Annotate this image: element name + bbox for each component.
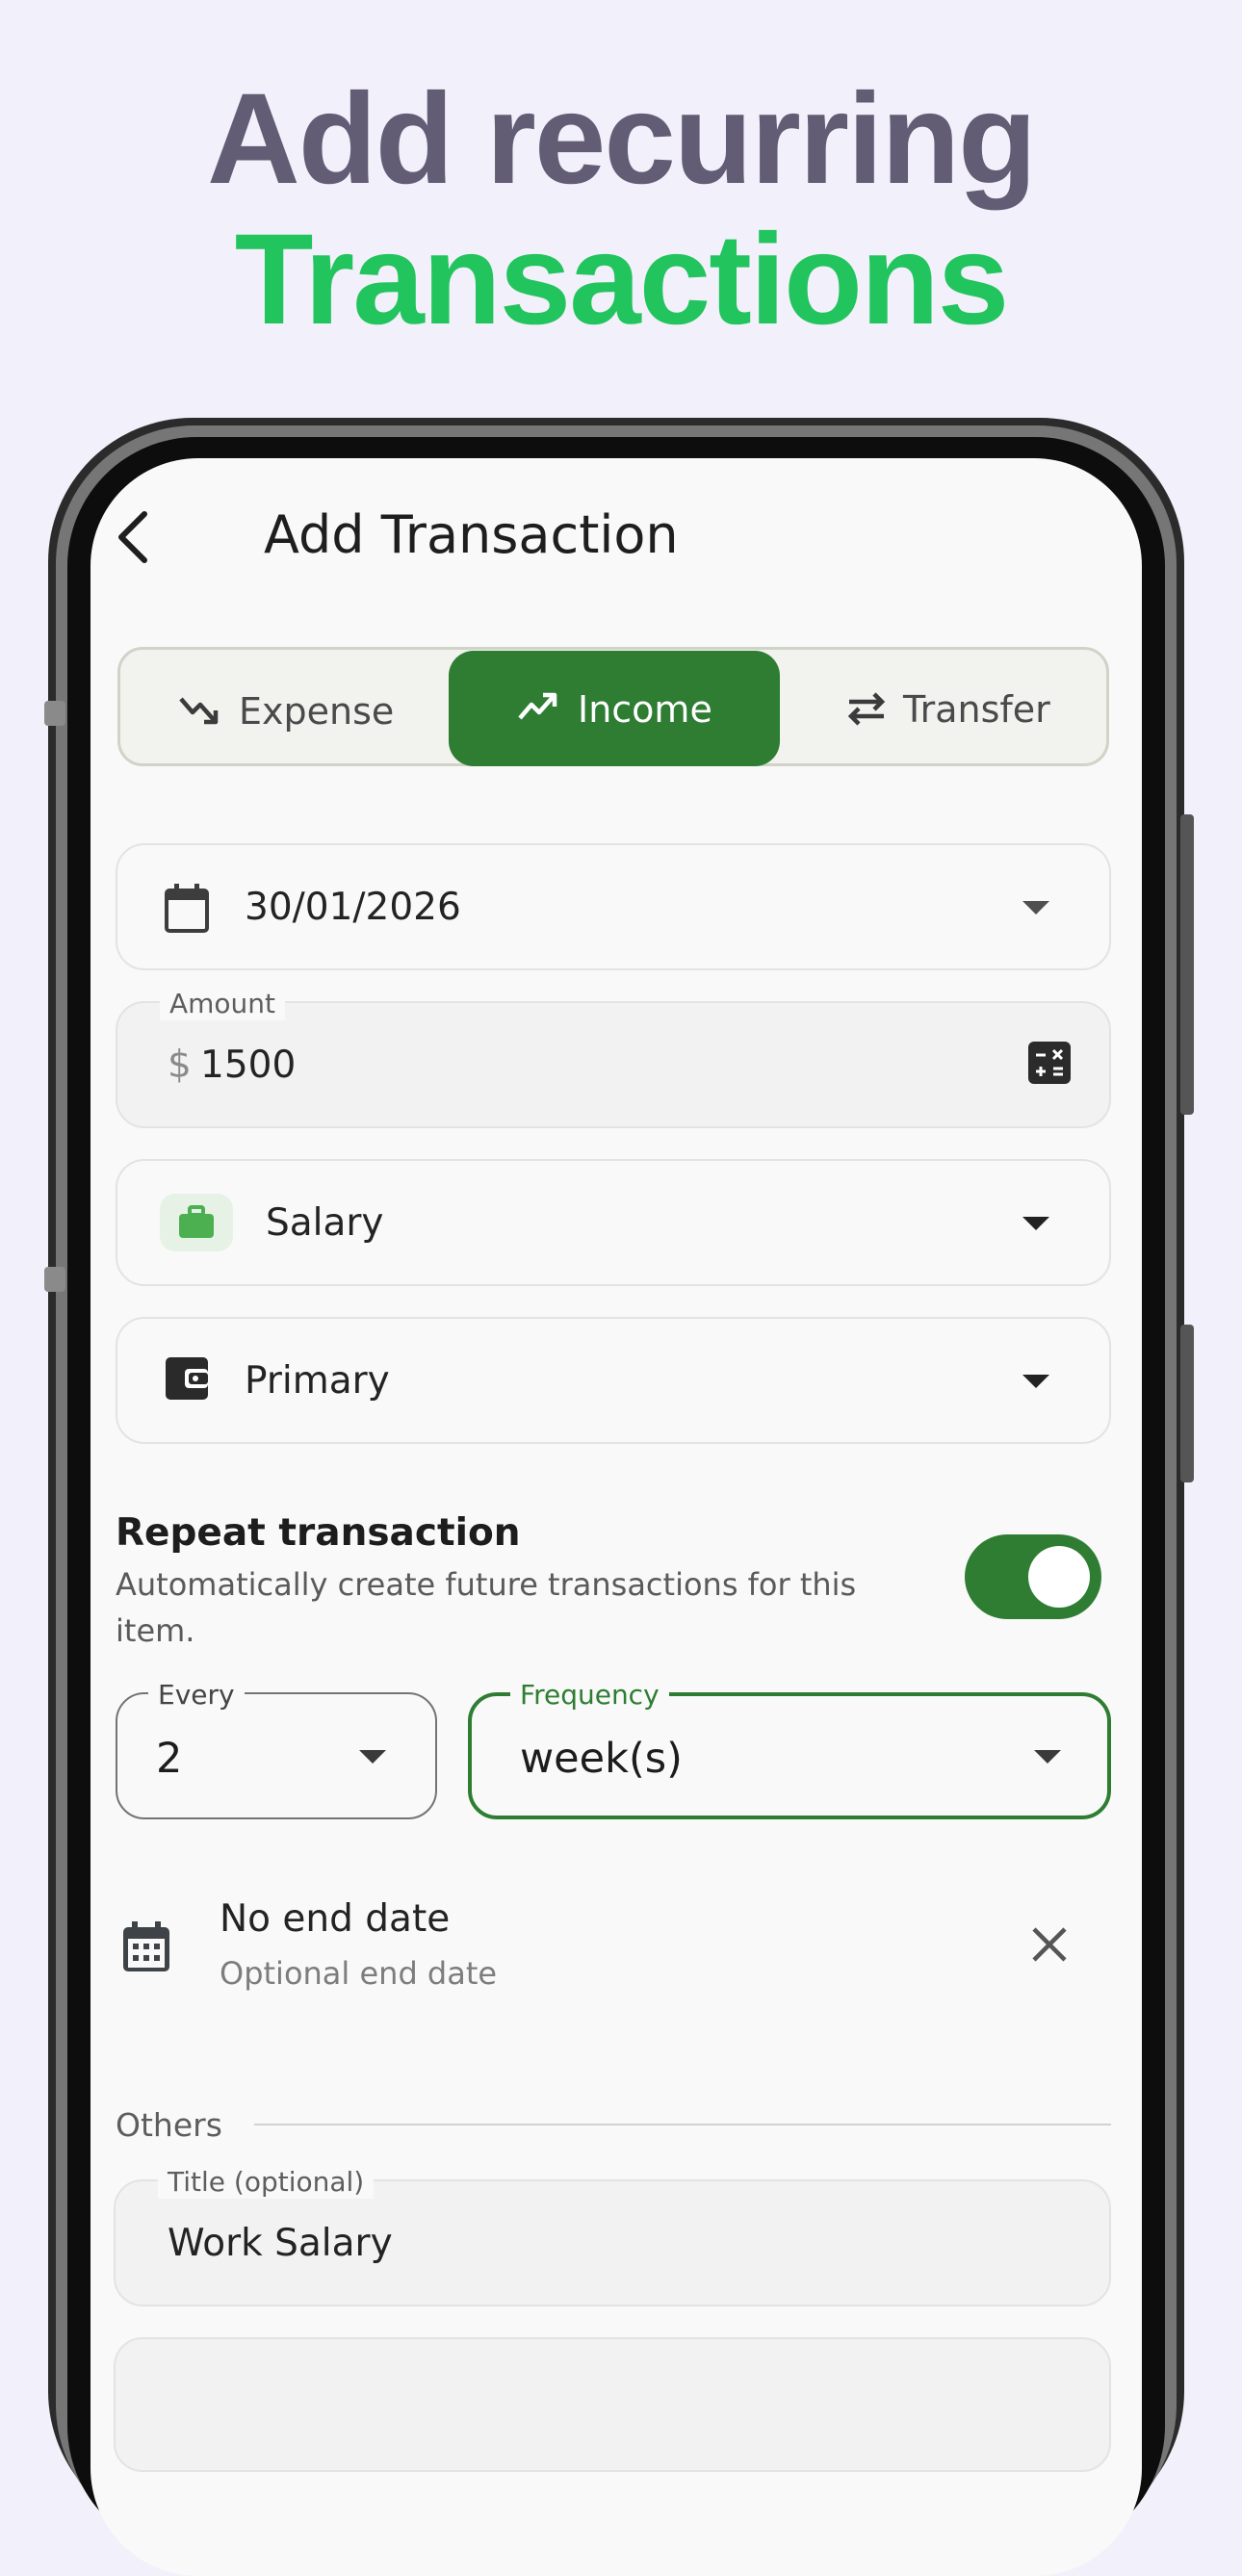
account-value: Primary xyxy=(245,1359,390,1403)
title-field-value: Work Salary xyxy=(168,2222,393,2265)
every-label: Every xyxy=(148,1679,245,1712)
volume-button xyxy=(1180,814,1194,1115)
others-divider xyxy=(254,2124,1111,2125)
toggle-knob xyxy=(1028,1546,1090,1608)
tab-transfer-label: Transfer xyxy=(903,688,1050,731)
tab-expense-label: Expense xyxy=(239,690,395,733)
calendar-month-icon xyxy=(121,1919,171,1977)
amount-value: 1500 xyxy=(200,1043,297,1087)
end-date-title: No end date xyxy=(220,1897,451,1941)
swap-horizontal-icon xyxy=(843,689,890,728)
briefcase-icon xyxy=(177,1205,216,1244)
tab-transfer[interactable]: Transfer xyxy=(843,685,1094,734)
headline-line-2: Transactions xyxy=(234,208,1010,351)
close-icon[interactable] xyxy=(1030,1925,1069,1968)
date-value: 30/01/2026 xyxy=(245,886,461,929)
title-field-label: Title (optional) xyxy=(158,2166,375,2199)
wallet-icon xyxy=(166,1357,208,1404)
repeat-subtitle: Automatically create future transactions… xyxy=(116,1566,857,1649)
left-side-mark xyxy=(44,1267,65,1292)
power-button xyxy=(1180,1325,1194,1482)
calendar-icon xyxy=(164,882,210,938)
repeat-title: Repeat transaction xyxy=(116,1511,521,1555)
page-title: Add Transaction xyxy=(264,504,679,565)
currency-symbol: $ xyxy=(168,1043,192,1087)
headline-line-1: Add recurring xyxy=(207,67,1037,211)
notes-field[interactable] xyxy=(114,2337,1111,2472)
chevron-down-icon[interactable] xyxy=(1034,1750,1061,1764)
calculator-icon[interactable] xyxy=(1028,1042,1071,1088)
trending-up-icon xyxy=(516,687,562,726)
category-value: Salary xyxy=(266,1201,384,1245)
chevron-down-icon[interactable] xyxy=(1022,1375,1049,1388)
trending-down-icon xyxy=(177,691,223,730)
amount-label: Amount xyxy=(160,988,286,1020)
every-value: 2 xyxy=(156,1735,183,1783)
frequency-label: Frequency xyxy=(510,1679,669,1712)
chevron-down-icon[interactable] xyxy=(359,1750,386,1764)
promo-headline: Add recurring Transactions xyxy=(0,69,1242,350)
chevron-down-icon[interactable] xyxy=(1022,901,1049,914)
frequency-value: week(s) xyxy=(520,1735,683,1783)
arrow-back-icon[interactable] xyxy=(114,508,152,566)
tab-expense[interactable]: Expense xyxy=(177,687,418,735)
end-date-subtitle: Optional end date xyxy=(220,1955,498,1992)
chevron-down-icon[interactable] xyxy=(1022,1217,1049,1230)
tab-income[interactable]: Income xyxy=(516,685,757,734)
repeat-toggle[interactable] xyxy=(965,1534,1101,1619)
others-section-label: Others xyxy=(116,2106,222,2144)
tab-income-label: Income xyxy=(578,688,712,731)
left-side-mark xyxy=(44,701,65,726)
